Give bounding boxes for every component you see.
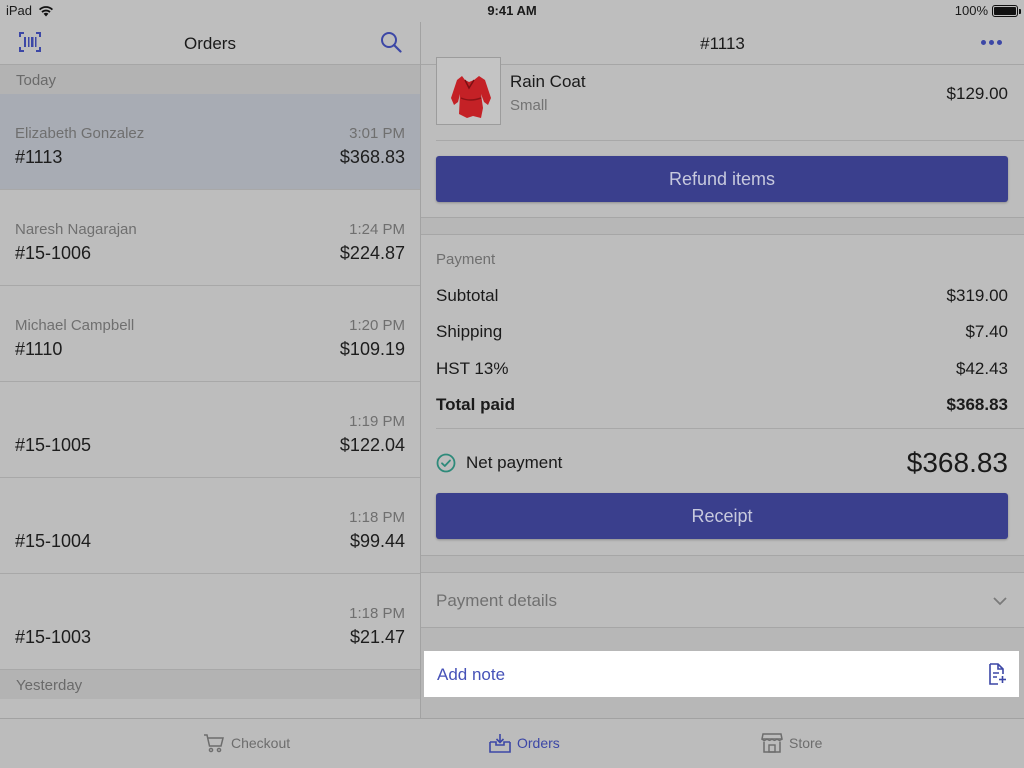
order-amount: $368.83	[339, 147, 405, 167]
orders-header: Orders	[0, 22, 420, 65]
order-number: #15-1005	[15, 435, 92, 455]
item-variant: Small	[510, 97, 548, 114]
subtotal-label: Subtotal	[436, 286, 499, 305]
line-items-card: Rain Coat Small $129.00 Refund items	[421, 57, 1024, 218]
order-amount: $122.04	[339, 435, 405, 455]
net-payment-amount: $368.83	[906, 447, 1008, 478]
orders-list: Elizabeth Gonzalez 3:01 PM #1113 $368.83 Nar…	[0, 94, 420, 670]
section-yesterday: Yesterday	[0, 670, 420, 699]
item-name: Rain Coat	[510, 72, 586, 91]
receipt-button[interactable]: Receipt	[436, 493, 1008, 539]
order-row[interactable]: Elizabeth Gonzalez 3:01 PM #1113 $368.83	[0, 94, 420, 190]
section-today: Today	[0, 65, 420, 94]
store-icon	[761, 733, 783, 753]
order-number: #15-1006	[15, 243, 92, 263]
divider	[436, 428, 1024, 429]
status-time: 9:41 AM	[487, 3, 537, 18]
tab-checkout[interactable]: Checkout	[203, 733, 290, 753]
tax-row: HST 13% $42.43	[436, 359, 1008, 379]
order-amount: $224.87	[339, 243, 405, 263]
product-thumbnail	[436, 57, 501, 125]
order-amount: $109.19	[339, 339, 405, 359]
search-icon[interactable]	[380, 31, 402, 58]
order-customer: Michael Campbell	[15, 317, 135, 334]
chevron-down-icon	[993, 593, 1007, 611]
order-time: 1:18 PM	[349, 509, 405, 526]
order-row[interactable]: 1:18 PM #15-1003 $21.47	[0, 574, 420, 670]
battery-icon	[992, 4, 1021, 17]
order-row[interactable]: 1:18 PM #15-1004 $99.44	[0, 478, 420, 574]
tab-store-label: Store	[789, 735, 823, 751]
tab-checkout-label: Checkout	[231, 735, 291, 751]
order-row[interactable]: Naresh Nagarajan 1:24 PM #15-1006 $224.87	[0, 190, 420, 286]
orders-list-pane: Orders Today Elizabeth Gonzalez 3:01 PM #1…	[0, 22, 420, 718]
order-detail-header: #1113	[421, 22, 1024, 65]
total-paid-label: Total paid	[436, 395, 516, 414]
order-row[interactable]: 1:19 PM #15-1005 $122.04	[0, 382, 420, 478]
tab-orders[interactable]: Orders	[489, 733, 560, 753]
order-time: 1:19 PM	[349, 413, 405, 430]
tax-value: $42.43	[956, 359, 1008, 378]
item-price: $129.00	[946, 84, 1008, 103]
net-payment-row: Net payment $368.83	[436, 445, 1008, 481]
shipping-label: Shipping	[436, 322, 503, 341]
order-time: 1:20 PM	[349, 317, 405, 334]
order-amount: $99.44	[349, 531, 405, 551]
order-amount: $21.47	[349, 627, 405, 647]
order-time: 1:18 PM	[349, 605, 405, 622]
shipping-value: $7.40	[965, 322, 1008, 341]
order-customer: Naresh Nagarajan	[15, 221, 137, 238]
add-note-icon	[987, 663, 1007, 690]
order-number: #15-1003	[15, 627, 92, 647]
payment-details-label: Payment details	[436, 591, 557, 610]
cart-icon	[204, 734, 224, 753]
order-time: 3:01 PM	[349, 125, 405, 142]
tab-bar: Checkout Orders Store	[0, 718, 1024, 768]
order-number: #15-1004	[15, 531, 92, 551]
add-note-row[interactable]: Add note	[424, 651, 1019, 697]
tab-orders-label: Orders	[517, 735, 560, 751]
payment-details-row[interactable]: Payment details	[421, 572, 1024, 628]
status-bar: iPad 9:41 AM 100%	[0, 0, 1024, 22]
tab-store[interactable]: Store	[761, 733, 822, 753]
orders-title: Orders	[184, 34, 236, 53]
subtotal-value: $319.00	[946, 286, 1008, 305]
payment-title: Payment	[436, 251, 496, 268]
order-time: 1:24 PM	[349, 221, 405, 238]
check-circle-icon	[436, 453, 456, 473]
shipping-row: Shipping $7.40	[436, 322, 1008, 342]
order-customer: Elizabeth Gonzalez	[15, 125, 145, 142]
more-options-icon[interactable]	[981, 40, 1002, 45]
subtotal-row: Subtotal $319.00	[436, 286, 1008, 306]
order-row[interactable]: Michael Campbell 1:20 PM #1110 $109.19	[0, 286, 420, 382]
payment-card: Payment Subtotal $319.00 Shipping $7.40 …	[421, 234, 1024, 556]
net-payment-label: Net payment	[466, 453, 563, 472]
total-paid-row: Total paid $368.83	[436, 395, 1008, 415]
order-detail-title: #1113	[700, 34, 745, 53]
total-paid-value: $368.83	[946, 395, 1008, 414]
order-number: #1110	[15, 339, 63, 359]
refund-items-button[interactable]: Refund items	[436, 156, 1008, 202]
tax-label: HST 13%	[436, 359, 509, 378]
battery-percent: 100%	[954, 3, 988, 18]
order-number: #1113	[15, 147, 63, 167]
divider	[436, 140, 1024, 141]
orders-inbox-icon	[489, 734, 511, 753]
order-detail-pane: #1113 Rain Coat Small $129.00 Refund ite…	[421, 22, 1024, 718]
add-note-label: Add note	[437, 665, 506, 684]
